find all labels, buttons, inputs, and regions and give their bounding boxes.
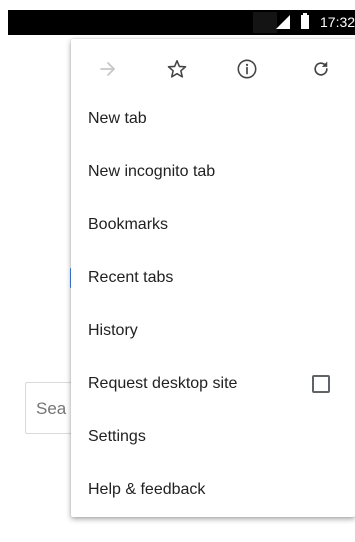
status-bar: 17:32: [8, 10, 355, 35]
overflow-menu: New tab New incognito tab Bookmarks Rece…: [71, 39, 355, 517]
menu-item-label: Request desktop site: [88, 375, 238, 392]
menu-item-label: New tab: [88, 110, 147, 127]
menu-item-request-desktop-site[interactable]: Request desktop site: [71, 358, 355, 410]
request-desktop-site-checkbox[interactable]: [312, 375, 330, 393]
menu-item-new-tab[interactable]: New tab: [71, 93, 355, 145]
reload-button[interactable]: [299, 47, 343, 91]
menu-item-label: New incognito tab: [88, 163, 216, 180]
star-outline-icon: [167, 59, 187, 78]
arrow-forward-icon: [100, 62, 115, 76]
menu-item-recent-tabs[interactable]: Recent tabs: [71, 252, 355, 304]
menu-item-label: Settings: [88, 428, 146, 445]
menu-item-label: Help & feedback: [88, 481, 206, 498]
screen: 17:32 Sea New tab New incognito tab Book…: [0, 0, 355, 542]
signal-icon: [276, 15, 290, 29]
menu-item-settings[interactable]: Settings: [71, 411, 355, 463]
bookmark-star-button[interactable]: [155, 47, 199, 91]
menu-item-bookmarks[interactable]: Bookmarks: [71, 199, 355, 251]
battery-icon: [301, 13, 309, 29]
info-icon: [237, 59, 257, 79]
background-search-placeholder: Sea: [36, 399, 67, 418]
page-info-button[interactable]: [225, 47, 269, 91]
status-bar-notification-area: [253, 12, 277, 33]
menu-item-label: Recent tabs: [88, 269, 174, 286]
status-bar-time: 17:32: [320, 14, 355, 30]
menu-item-label: Bookmarks: [88, 216, 169, 233]
menu-item-label: History: [88, 322, 138, 339]
menu-icon-row: [71, 47, 355, 91]
menu-item-new-incognito-tab[interactable]: New incognito tab: [71, 146, 355, 198]
menu-item-history[interactable]: History: [71, 305, 355, 357]
reload-icon: [314, 61, 328, 76]
forward-button[interactable]: [86, 47, 130, 91]
menu-item-help-feedback[interactable]: Help & feedback: [71, 464, 355, 516]
